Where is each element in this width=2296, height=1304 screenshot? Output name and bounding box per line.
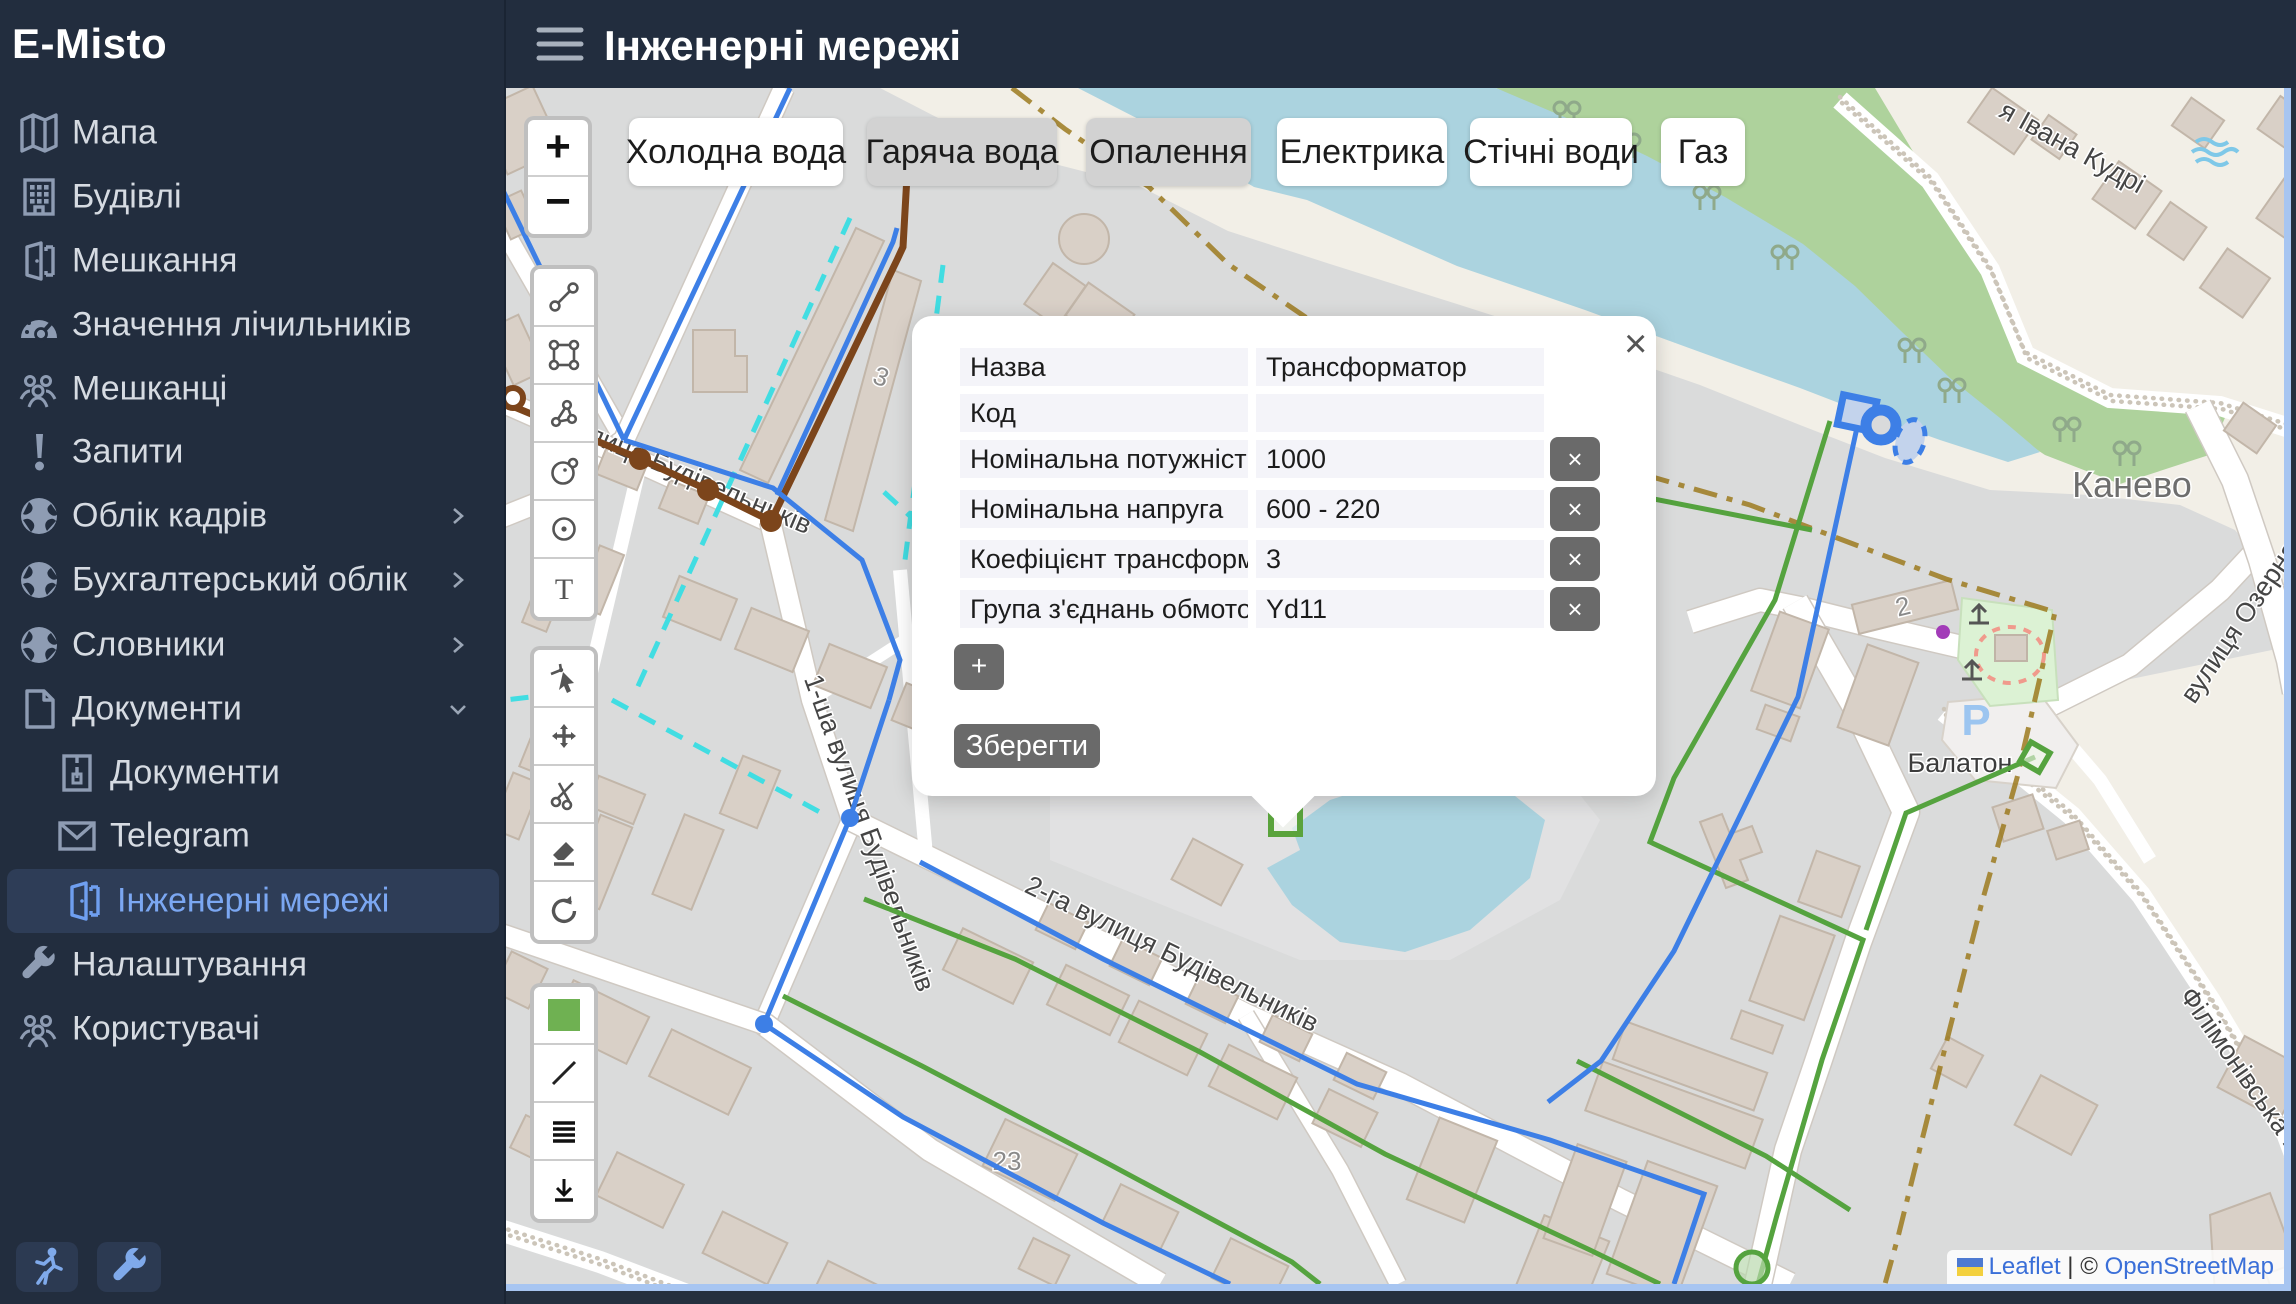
svg-text:P: P (1961, 696, 1990, 745)
svg-text:Канево: Канево (2072, 464, 2192, 505)
svg-text:T: T (555, 573, 573, 606)
